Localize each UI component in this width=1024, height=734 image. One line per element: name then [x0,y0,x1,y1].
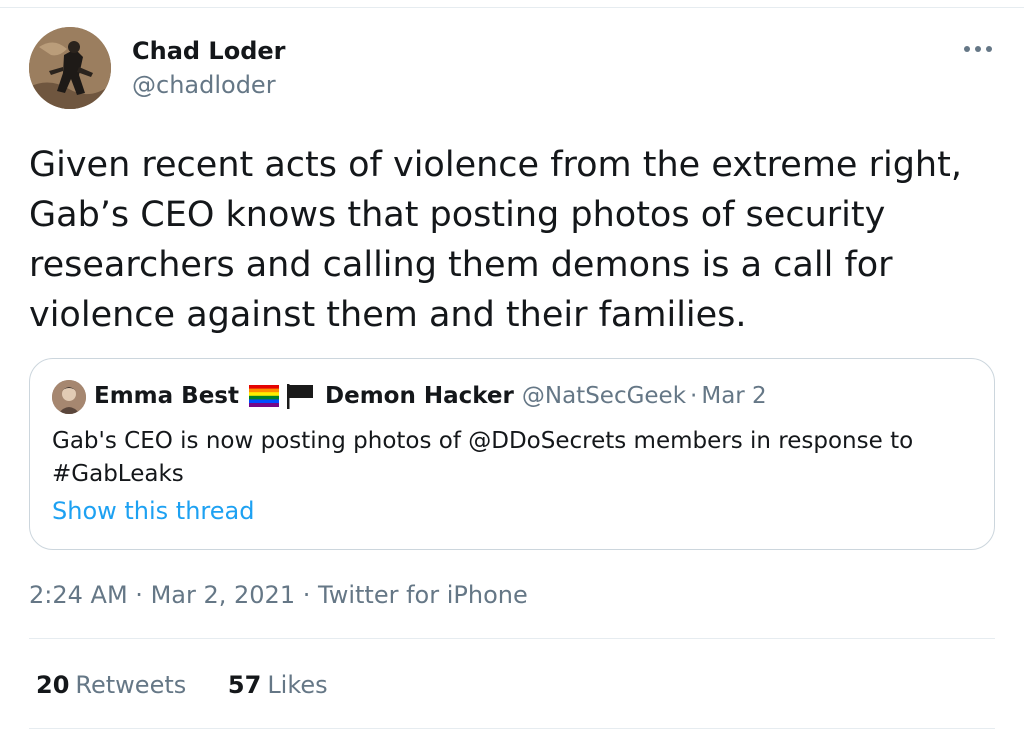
black-flag-icon [287,384,313,409]
quoted-date[interactable]: Mar 2 [701,383,766,409]
quoted-author-handle[interactable]: @NatSecGeek [522,383,686,409]
divider [29,728,995,729]
more-options-button[interactable] [960,34,996,64]
author-avatar[interactable] [29,27,111,109]
likes-label: Likes [267,671,328,699]
tweet-time[interactable]: 2:24 AM [29,581,128,609]
author-avatar-image [29,27,111,109]
meta-separator: · [135,581,143,609]
rainbow-flag-icon [249,385,279,407]
retweets-label: Retweets [75,671,187,699]
meta-separator: · [302,581,311,609]
top-border [0,0,1024,8]
tweet-date[interactable]: Mar 2, 2021 [151,581,296,609]
more-horizontal-icon [964,46,992,52]
retweets-stat[interactable]: 20 Retweets [36,671,186,699]
retweets-count: 20 [36,671,70,699]
quoted-author-name-part2[interactable]: Demon Hacker [325,383,514,409]
tweet-source[interactable]: Twitter for iPhone [318,581,528,609]
quoted-tweet-header: Emma Best Demon Hacker @NatSecGeek · Mar… [94,383,767,409]
show-thread-link[interactable]: Show this thread [52,497,254,525]
likes-count: 57 [227,671,262,699]
author-handle[interactable]: @chadloder [132,71,276,99]
quoted-author-name-part1[interactable]: Emma Best [94,383,239,409]
quoted-separator: · [690,383,698,409]
tweet-text: Given recent acts of violence from the e… [29,145,962,335]
likes-stat[interactable]: 57 Likes [228,671,328,699]
tweet-stats: 20 Retweets 57 Likes [36,671,328,699]
quoted-tweet-card[interactable]: Emma Best Demon Hacker @NatSecGeek · Mar… [29,358,995,550]
quoted-tweet-text: Gab's CEO is now posting photos of @DDoS… [52,428,914,487]
divider [29,638,995,639]
quoted-avatar-image [52,380,86,414]
quoted-author-avatar[interactable] [52,380,86,414]
author-name[interactable]: Chad Loder [132,37,286,65]
tweet-meta: 2:24 AM · Mar 2, 2021 · Twitter for iPho… [29,581,528,609]
